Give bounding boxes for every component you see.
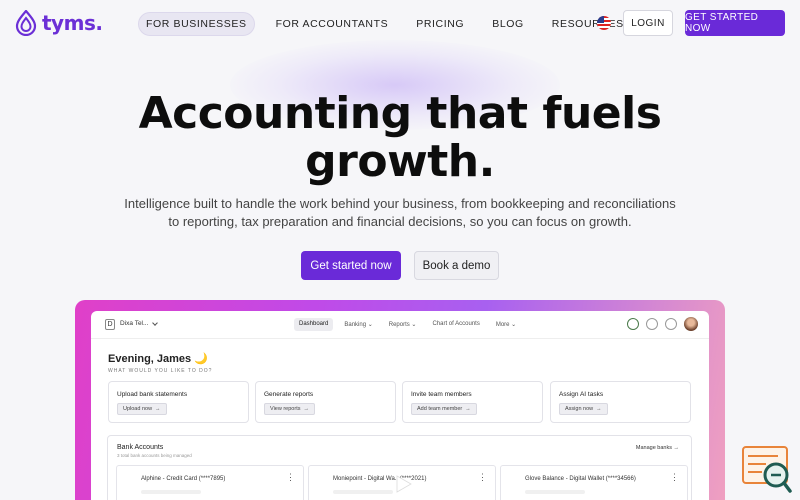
nav-for-businesses[interactable]: FOR BUSINESSES xyxy=(138,12,255,36)
task-title: Assign AI tasks xyxy=(559,391,604,398)
app-tab-more-label: More xyxy=(495,322,510,328)
arrow-right-icon: → xyxy=(465,406,471,412)
task-card-upload: Upload bank statements Upload now → xyxy=(108,381,249,423)
login-button[interactable]: LOGIN xyxy=(623,10,673,36)
task-title: Invite team members xyxy=(411,391,472,398)
account-name: Alphine - Credit Card (****7895) xyxy=(141,476,226,482)
app-topbar: D Dixa Tel... Dashboard Banking ⌄ Report… xyxy=(91,311,709,339)
bell-icon xyxy=(665,318,677,330)
hero-title: Accounting that fuels growth. xyxy=(0,90,800,186)
app-topbar-icons xyxy=(627,317,698,331)
task-card-ai: Assign AI tasks Assign now → xyxy=(550,381,691,423)
task-button: Add team member → xyxy=(411,403,477,415)
hero-title-line1: Accounting that fuels xyxy=(138,88,662,139)
logo-text: tyms. xyxy=(42,11,103,35)
app-tab-banking: Banking ⌄ xyxy=(344,322,373,328)
app-tab-banking-label: Banking xyxy=(344,322,367,328)
bank-account-card: Alphine - Credit Card (****7895) ⋮ xyxy=(116,465,304,500)
bank-subtitle: 3 total bank accounts being managed xyxy=(117,453,192,458)
hero-subtitle-line2: to reporting, tax preparation and financ… xyxy=(168,214,632,229)
arrow-right-icon: → xyxy=(596,406,602,412)
tyms-logo[interactable]: tyms. xyxy=(14,10,103,36)
greeting-prompt: WHAT WOULD YOU LIKE TO DO? xyxy=(108,368,213,374)
arrow-right-icon: → xyxy=(155,406,161,412)
hero-subtitle: Intelligence built to handle the work be… xyxy=(120,195,680,231)
task-button: Upload now → xyxy=(117,403,167,415)
main-nav: FOR BUSINESSES FOR ACCOUNTANTS PRICING B… xyxy=(138,12,657,36)
status-badge-icon xyxy=(627,318,639,330)
account-placeholder-line xyxy=(141,490,201,494)
avatar xyxy=(684,317,698,331)
nav-resources-label: RESOURCES xyxy=(551,18,624,30)
manage-banks-link: Manage banks → xyxy=(636,445,679,451)
us-flag-icon[interactable] xyxy=(597,16,611,30)
more-vertical-icon: ⋮ xyxy=(670,472,679,482)
chevron-down-icon xyxy=(152,320,158,326)
app-tab-reports-label: Reports xyxy=(388,322,410,328)
nav-pricing[interactable]: PRICING xyxy=(409,13,471,35)
task-title: Upload bank statements xyxy=(117,391,188,398)
more-vertical-icon: ⋮ xyxy=(478,472,487,482)
task-button-label: View reports xyxy=(270,406,301,412)
task-card-invite: Invite team members Add team member → xyxy=(402,381,543,423)
app-tab-chart-of-accounts: Chart of Accounts xyxy=(432,321,480,327)
task-button: Assign now → xyxy=(559,403,608,415)
get-started-button[interactable]: Get started now xyxy=(301,251,401,280)
account-placeholder-line xyxy=(333,490,393,494)
gear-icon xyxy=(646,318,658,330)
account-name: Glove Balance - Digital Wallet (****3456… xyxy=(525,476,636,482)
bank-title: Bank Accounts xyxy=(117,444,164,451)
app-preview: D Dixa Tel... Dashboard Banking ⌄ Report… xyxy=(91,311,709,500)
arrow-right-icon: → xyxy=(303,406,309,412)
task-button-label: Add team member xyxy=(417,406,463,412)
org-badge: D xyxy=(105,319,115,330)
manage-banks-label: Manage banks xyxy=(635,445,672,451)
help-chat-icon[interactable] xyxy=(742,445,792,495)
play-icon[interactable] xyxy=(392,475,414,493)
hero-title-line2: growth. xyxy=(305,136,495,187)
hero-subtitle-line1: Intelligence built to handle the work be… xyxy=(124,196,676,211)
app-tab-dashboard: Dashboard xyxy=(294,318,334,331)
get-started-header-button[interactable]: GET STARTED NOW xyxy=(685,10,785,36)
app-tab-more: More ⌄ xyxy=(495,322,517,328)
tyms-logo-icon xyxy=(15,10,37,36)
bank-account-card: Glove Balance - Digital Wallet (****3456… xyxy=(500,465,688,500)
task-button-label: Upload now xyxy=(123,406,153,412)
nav-blog[interactable]: BLOG xyxy=(485,13,531,35)
task-card-reports: Generate reports View reports → xyxy=(255,381,396,423)
app-tabs: Dashboard Banking ⌄ Reports ⌄ Chart of A… xyxy=(294,318,521,331)
task-button: View reports → xyxy=(264,403,315,415)
arrow-right-icon: → xyxy=(673,445,680,451)
more-vertical-icon: ⋮ xyxy=(286,472,295,482)
book-demo-button[interactable]: Book a demo xyxy=(414,251,499,280)
nav-for-accountants[interactable]: FOR ACCOUNTANTS xyxy=(269,13,396,35)
account-placeholder-line xyxy=(525,490,585,494)
greeting: Evening, James 🌙 xyxy=(108,353,208,365)
task-title: Generate reports xyxy=(264,391,314,398)
org-name: Dixa Tel... xyxy=(120,320,149,327)
app-tab-reports: Reports ⌄ xyxy=(388,322,417,328)
task-button-label: Assign now xyxy=(565,406,594,412)
